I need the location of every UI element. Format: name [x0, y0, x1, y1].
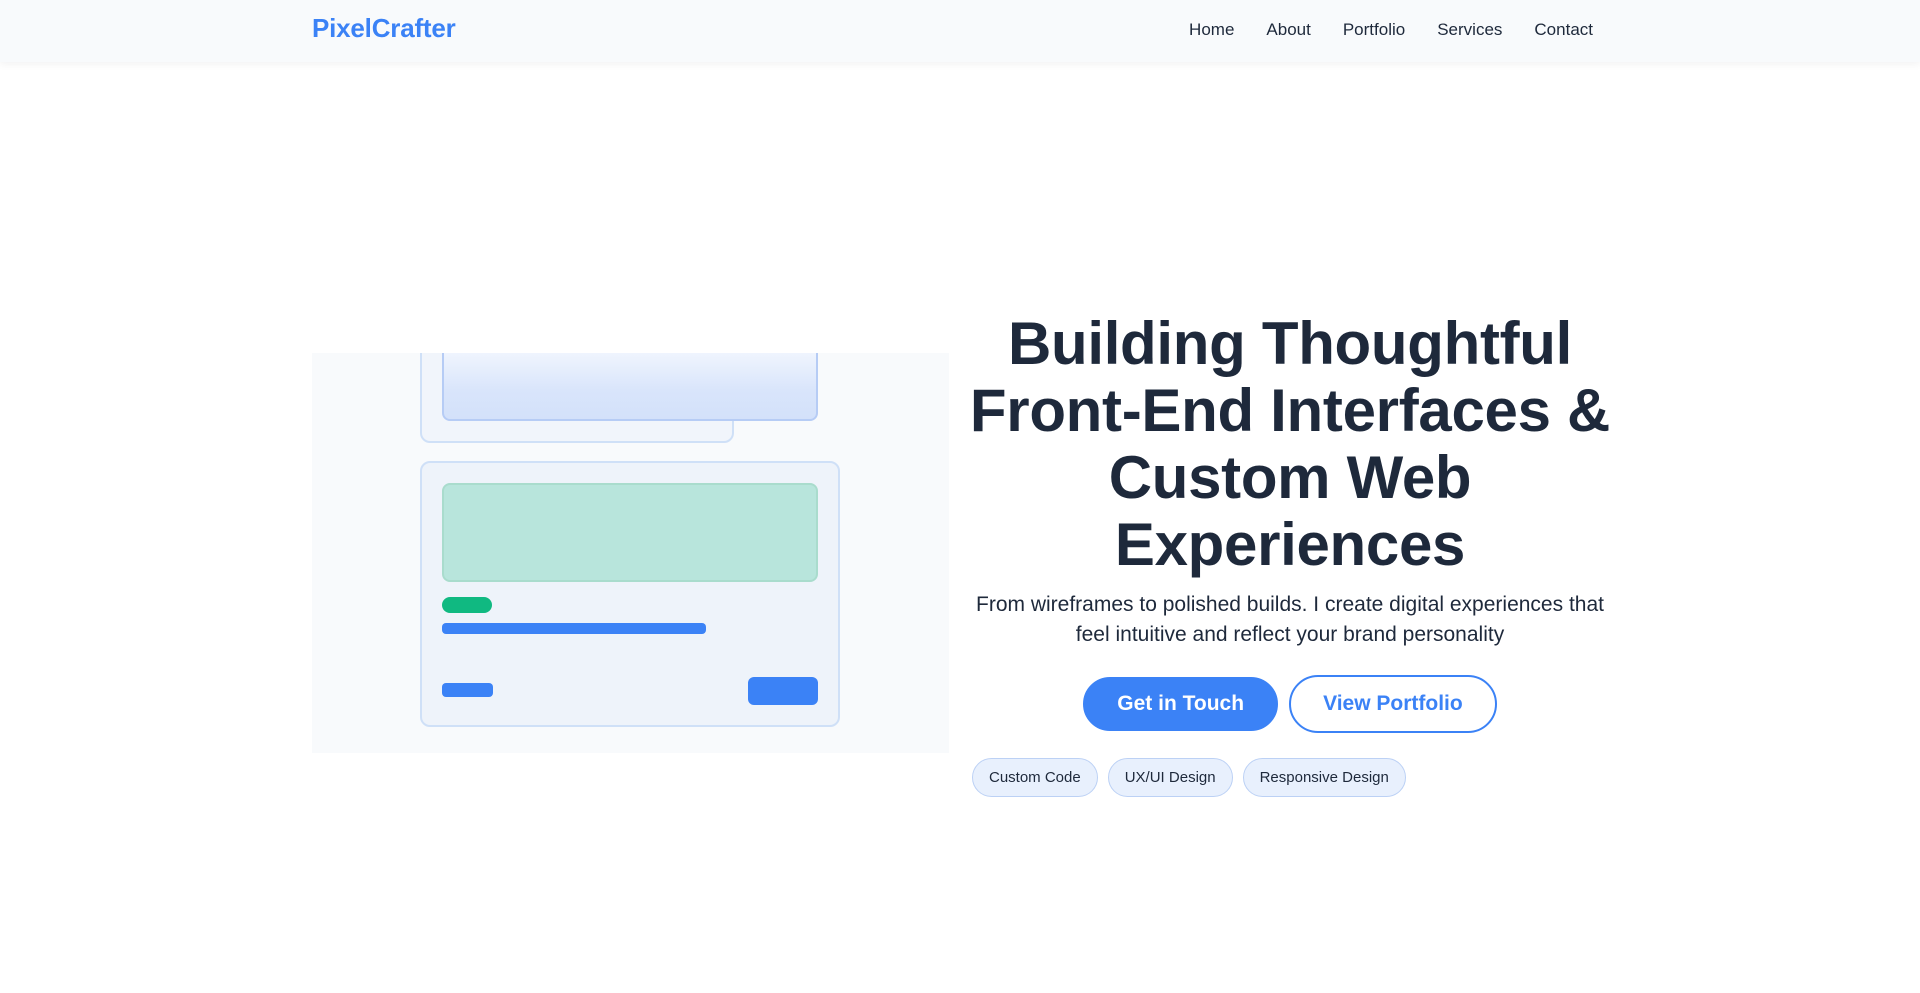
top-navbar: PixelCrafter Home About Portfolio Servic… [0, 0, 1920, 62]
nav-link-contact[interactable]: Contact [1534, 20, 1593, 40]
view-portfolio-button[interactable]: View Portfolio [1289, 675, 1497, 733]
nav-link-portfolio[interactable]: Portfolio [1343, 20, 1405, 40]
hero-subtitle: From wireframes to polished builds. I cr… [976, 593, 1604, 646]
nav-link-about[interactable]: About [1266, 20, 1310, 40]
nav-link-services[interactable]: Services [1437, 20, 1502, 40]
hero-content: Building Thoughtful Front-End Interfaces… [960, 310, 1620, 733]
skill-tag: Custom Code [972, 758, 1098, 797]
mockup-text-line [442, 623, 706, 634]
mockup-card-top [420, 353, 818, 443]
nav-links: Home About Portfolio Services Contact [1189, 20, 1593, 40]
mockup-link [442, 683, 493, 697]
cta-buttons: Get in Touch View Portfolio [960, 675, 1620, 733]
mockup-badge [442, 597, 492, 613]
brand-logo[interactable]: PixelCrafter [312, 13, 456, 44]
get-in-touch-button[interactable]: Get in Touch [1083, 677, 1279, 731]
mockup-card-bottom [420, 461, 840, 727]
skill-tag: Responsive Design [1242, 758, 1406, 797]
hero-title: Building Thoughtful Front-End Interfaces… [969, 310, 1611, 578]
hero-illustration [312, 353, 949, 753]
mockup-button [748, 677, 818, 705]
nav-link-home[interactable]: Home [1189, 20, 1234, 40]
skill-tag: UX/UI Design [1107, 758, 1233, 797]
mockup-image-placeholder [442, 483, 818, 582]
skill-tags: Custom Code UX/UI Design Responsive Desi… [972, 758, 1406, 797]
mockup-image-placeholder [442, 353, 818, 421]
